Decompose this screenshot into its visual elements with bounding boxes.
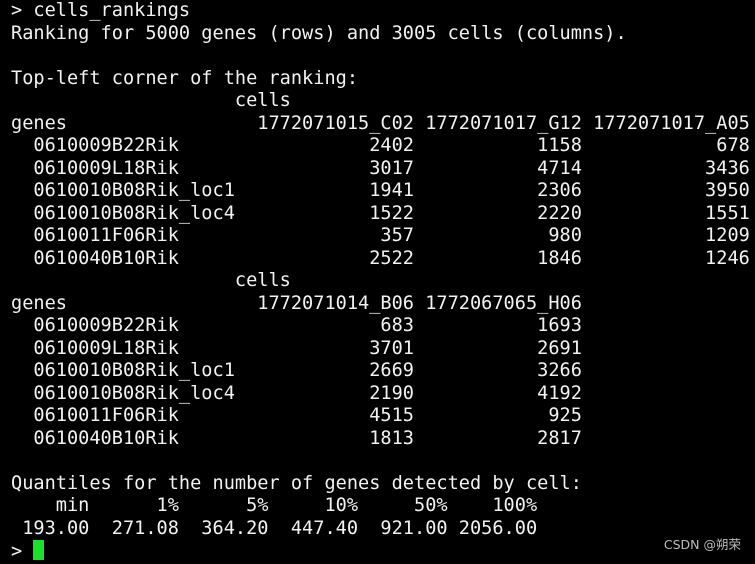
command-prompt-line[interactable]: >: [11, 540, 755, 563]
terminal-line: 0610040B10Rik 1813 2817: [11, 427, 582, 449]
terminal-line: 0610009B22Rik 2402 1158 678: [11, 135, 750, 156]
terminal-line: genes 1772071015_C02 1772071017_G12 1772…: [11, 112, 750, 134]
terminal-line: 0610011F06Rik 357 980 1209: [11, 225, 750, 246]
terminal-line: 0610010B08Rik_loc1 1941 2306 3950: [11, 180, 750, 201]
terminal-line: 0610009B22Rik 683 1693: [11, 315, 582, 336]
text-cursor[interactable]: [33, 540, 45, 560]
terminal-line: 0610010B08Rik_loc1 2669 3266: [11, 360, 582, 381]
terminal-line: 0610010B08Rik_loc4 1522 2220 1551: [11, 202, 750, 224]
terminal-line: cells: [11, 90, 291, 111]
terminal-line: cells: [11, 270, 291, 291]
terminal-line: 0610011F06Rik 4515 925: [11, 405, 582, 426]
terminal-line: 0610009L18Rik 3017 4714 3436: [11, 157, 750, 179]
terminal-line: min 1% 5% 10% 50% 100%: [11, 495, 549, 516]
terminal-line: 193.00 271.08 364.20 447.40 921.00 2056.…: [11, 517, 549, 539]
terminal-window[interactable]: > cells_rankings Ranking for 5000 genes …: [0, 0, 755, 563]
terminal-line: Top-left corner of the ranking:: [11, 67, 359, 89]
terminal-line: > cells_rankings: [11, 0, 191, 21]
terminal-line: genes 1772071014_B06 1772067065_H06: [11, 292, 582, 314]
prompt-symbol: >: [11, 541, 34, 562]
terminal-line: 0610010B08Rik_loc4 2190 4192: [11, 382, 582, 404]
terminal-line: 0610009L18Rik 3701 2691: [11, 337, 582, 359]
terminal-line: Ranking for 5000 genes (rows) and 3005 c…: [11, 22, 627, 44]
watermark: CSDN @朔荣: [663, 537, 741, 552]
terminal-line: 0610040B10Rik 2522 1846 1246: [11, 247, 750, 269]
terminal-line: Quantiles for the number of genes detect…: [11, 472, 582, 494]
